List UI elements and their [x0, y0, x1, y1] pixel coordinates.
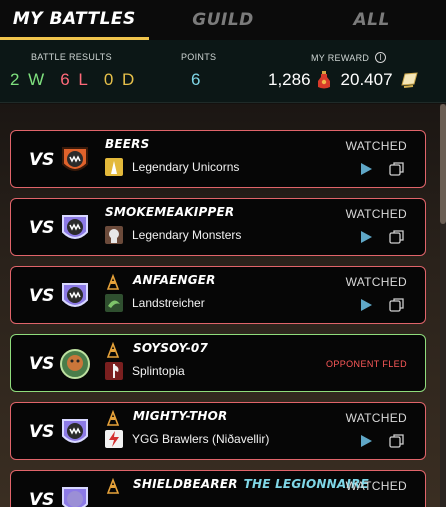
status-label: WATCHED	[345, 411, 407, 425]
rank-icon	[106, 478, 120, 494]
guild-name[interactable]: Landstreicher	[132, 296, 205, 310]
battle-card[interactable]: VS MIGHTY-THOR YGG Brawlers (Niðavellir)…	[10, 402, 426, 460]
points-label: POINTS	[181, 52, 217, 62]
opponent-name[interactable]: SOYSOY-07	[133, 341, 208, 355]
opponent-name[interactable]: ANFAENGER	[133, 273, 216, 287]
battle-results: 2 W 6 L 0 D	[10, 70, 136, 90]
losses-count: 6 L	[60, 70, 90, 89]
opponent-avatar-icon	[62, 487, 88, 507]
stats-panel: BATTLE RESULTS POINTS MY REWARD i 2 W 6 …	[0, 40, 446, 103]
dec-coin-icon	[400, 72, 418, 88]
play-icon[interactable]	[359, 162, 373, 176]
vs-label: VS	[29, 150, 55, 170]
vs-label: VS	[29, 422, 55, 442]
guild-name[interactable]: Splintopia	[132, 364, 185, 378]
reward-values: 1,286 20.407	[268, 70, 419, 90]
rank-icon	[106, 410, 120, 426]
monster-icon	[105, 226, 123, 244]
potion-icon	[317, 71, 330, 89]
guild-name[interactable]: YGG Brawlers (Niðavellir)	[132, 432, 269, 446]
draws-count: 0 D	[103, 70, 137, 89]
status-label: WATCHED	[345, 479, 407, 493]
play-icon[interactable]	[359, 298, 373, 312]
points-value: 6	[191, 70, 201, 89]
copy-icon[interactable]	[389, 433, 405, 449]
vs-label: VS	[29, 218, 55, 238]
rank-icon	[106, 342, 120, 358]
battle-results-label: BATTLE RESULTS	[31, 52, 112, 62]
play-icon[interactable]	[359, 434, 373, 448]
guild-name[interactable]: Legendary Unicorns	[132, 160, 239, 174]
battle-tabs: MY BATTLES GUILD ALL	[0, 0, 446, 40]
wins-count: 2 W	[10, 70, 47, 89]
opponent-avatar-icon	[60, 349, 90, 379]
vs-label: VS	[29, 286, 55, 306]
battle-card[interactable]: VS SMOKEMEAKIPPER Legendary Monsters WAT…	[10, 198, 426, 256]
unicorn-icon	[105, 158, 123, 176]
reward-potion-value: 1,286	[268, 70, 311, 89]
tab-my-battles[interactable]: MY BATTLES	[0, 0, 149, 40]
battle-card[interactable]: VS SOYSOY-07 Splintopia OPPONENT FLED	[10, 334, 426, 392]
info-icon[interactable]: i	[375, 52, 387, 63]
copy-icon[interactable]	[389, 297, 405, 313]
copy-icon[interactable]	[389, 161, 405, 177]
rank-icon	[106, 274, 120, 290]
opponent-name[interactable]: MIGHTY-THOR	[133, 409, 228, 423]
opponent-avatar-icon	[62, 147, 88, 171]
status-label: OPPONENT FLED	[325, 359, 407, 369]
status-label: WATCHED	[345, 207, 407, 221]
axe-icon	[105, 362, 123, 380]
reward-dec-value: 20.407	[340, 70, 393, 89]
scrollbar-thumb[interactable]	[440, 104, 446, 224]
battle-card[interactable]: VS SHIELDBEARER THE LEGIONNAIRE WATCHED	[10, 470, 426, 507]
vs-label: VS	[29, 490, 55, 507]
my-reward-label: MY REWARD i	[311, 52, 387, 63]
opponent-name-text: SHIELDBEARER	[133, 477, 238, 491]
opponent-avatar-icon	[62, 419, 88, 443]
opponent-name[interactable]: SMOKEMEAKIPPER	[105, 205, 234, 219]
lightning-icon	[105, 430, 123, 448]
opponent-avatar-icon	[62, 283, 88, 307]
opponent-name[interactable]: BEERS	[105, 137, 149, 151]
status-label: WATCHED	[345, 275, 407, 289]
opponent-name[interactable]: SHIELDBEARER THE LEGIONNAIRE	[133, 477, 369, 491]
guild-name[interactable]: Legendary Monsters	[132, 228, 241, 242]
my-reward-text: MY REWARD	[311, 52, 370, 63]
copy-icon[interactable]	[389, 229, 405, 245]
play-icon[interactable]	[359, 230, 373, 244]
status-label: WATCHED	[345, 139, 407, 153]
vs-label: VS	[29, 354, 55, 374]
tab-all[interactable]: ALL	[297, 0, 446, 40]
battle-card[interactable]: VS ANFAENGER Landstreicher WATCHED	[10, 266, 426, 324]
battle-card[interactable]: VS BEERS Legendary Unicorns WATCHED	[10, 130, 426, 188]
dragon-icon	[105, 294, 123, 312]
tab-guild[interactable]: GUILD	[149, 0, 298, 40]
opponent-avatar-icon	[62, 215, 88, 239]
